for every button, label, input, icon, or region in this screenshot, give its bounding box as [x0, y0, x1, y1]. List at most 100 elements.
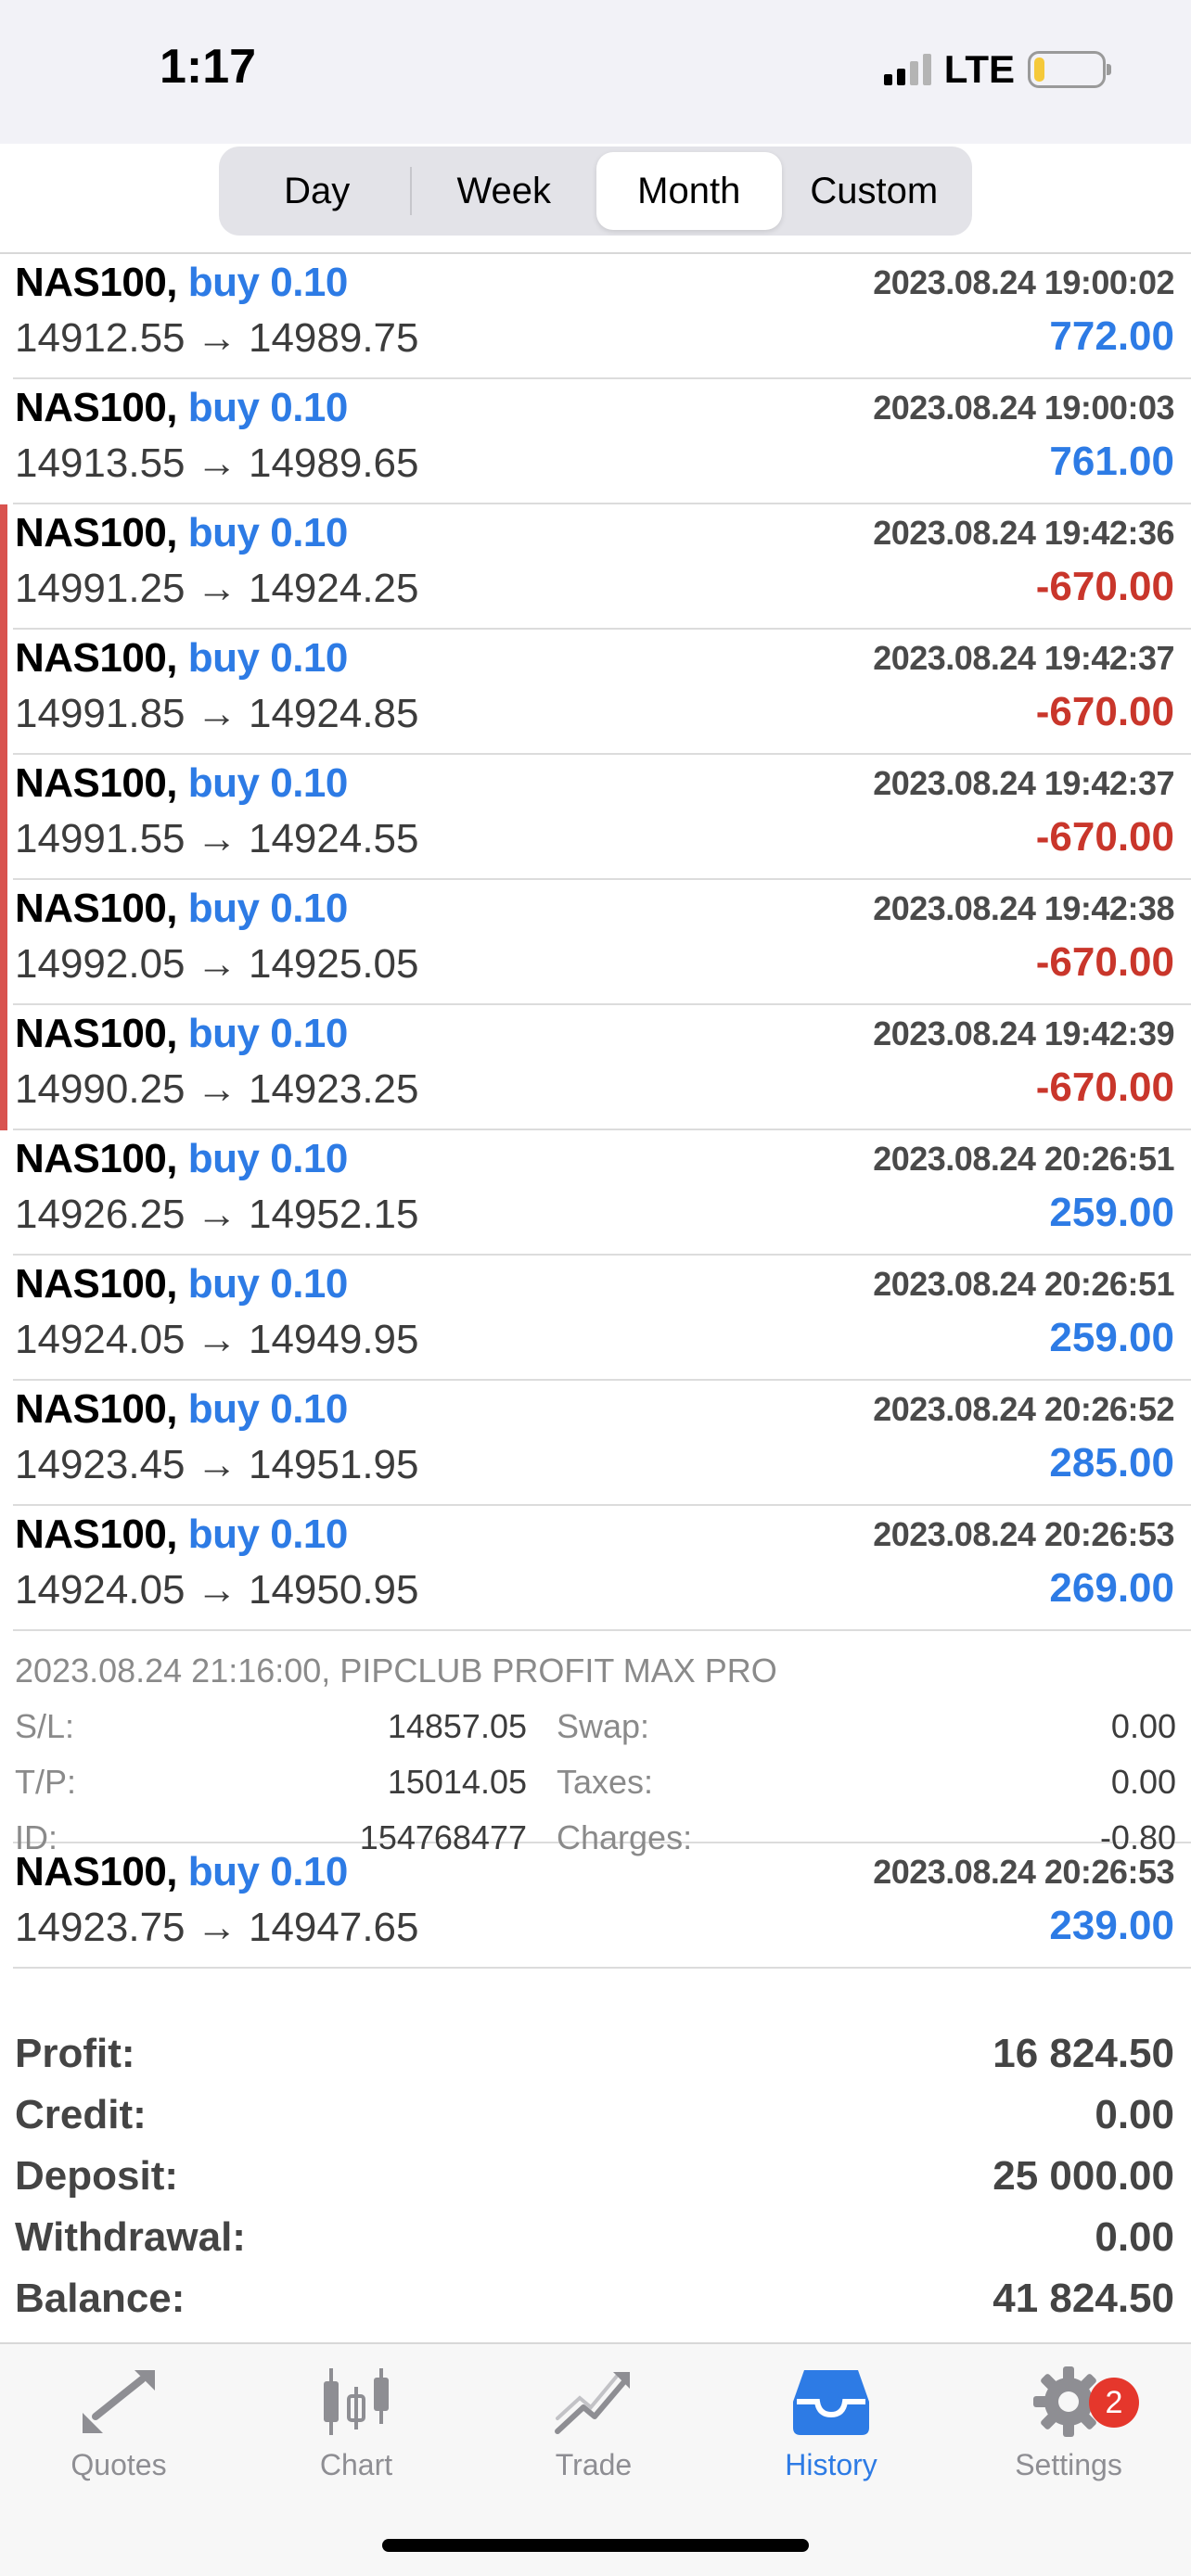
inbox-tray-icon — [793, 2370, 869, 2435]
summary-row-credit: Credit: 0.00 — [13, 2088, 1178, 2149]
trade-type: buy 0.10 — [187, 760, 349, 806]
trade-symbol: NAS100, buy 0.10 — [15, 1511, 348, 1558]
trade-type: buy 0.10 — [187, 385, 349, 430]
trade-row[interactable]: NAS100, buy 0.10 14912.55 → 14989.75 2023.… — [13, 254, 1191, 379]
trade-time: 2023.08.24 19:42:37 — [873, 764, 1174, 802]
trade-prices: 14912.55 → 14989.75 — [15, 315, 419, 361]
trade-prices: 14923.45 → 14951.95 — [15, 1442, 419, 1487]
trade-profit: -670.00 — [1035, 564, 1174, 609]
trade-symbol: NAS100, buy 0.10 — [15, 1261, 348, 1307]
signal-icon — [883, 54, 931, 85]
period-segmented-control: Day Week Month Custom — [219, 147, 972, 236]
tab-trade[interactable]: Trade — [475, 2365, 712, 2504]
trade-type: buy 0.10 — [187, 1849, 349, 1894]
trade-time: 2023.08.24 20:26:51 — [873, 1265, 1174, 1303]
trade-type: buy 0.10 — [187, 886, 349, 931]
trade-type: buy 0.10 — [187, 635, 349, 681]
trade-symbol: NAS100, buy 0.10 — [15, 1011, 348, 1057]
trade-prices: 14913.55 → 14989.65 — [15, 440, 419, 486]
tab-week[interactable]: Week — [412, 152, 597, 230]
symbol-name: NAS100, — [15, 1511, 178, 1557]
symbol-name: NAS100, — [15, 1261, 178, 1307]
trade-symbol: NAS100, buy 0.10 — [15, 1386, 348, 1433]
tab-label: History — [785, 2448, 877, 2481]
trade-row[interactable]: NAS100, buy 0.10 14923.45 → 14951.95 2023.… — [13, 1381, 1191, 1506]
trade-row[interactable]: NAS100, buy 0.10 14992.05 → 14925.05 2023.… — [0, 880, 1191, 1005]
summary-label: Profit: — [15, 2031, 135, 2076]
summary-value: 41 824.50 — [992, 2276, 1174, 2321]
trade-symbol: NAS100, buy 0.10 — [15, 1136, 348, 1182]
trade-prices: 14990.25 → 14923.25 — [15, 1066, 419, 1112]
tab-quotes[interactable]: Quotes — [0, 2365, 237, 2504]
trade-row[interactable]: NAS100, buy 0.10 14924.05 → 14949.95 2023.… — [13, 1256, 1191, 1381]
trade-prices: 14926.25 → 14952.15 — [15, 1192, 419, 1237]
tab-history[interactable]: History — [712, 2365, 950, 2504]
trend-line-icon — [555, 2372, 630, 2434]
tp-value: 15014.05 — [387, 1763, 527, 1801]
tp-label: T/P: — [15, 1763, 77, 1801]
trade-prices: 14991.55 → 14924.55 — [15, 816, 419, 861]
trade-prices: 14992.05 → 14925.05 — [15, 941, 419, 987]
symbol-name: NAS100, — [15, 260, 178, 305]
trade-profit: -670.00 — [1035, 814, 1174, 860]
trade-type: buy 0.10 — [187, 1386, 349, 1432]
trade-time: 2023.08.24 20:26:53 — [873, 1853, 1174, 1891]
summary-label: Withdrawal: — [15, 2214, 246, 2260]
tab-chart[interactable]: Chart — [237, 2365, 475, 2504]
trade-symbol: NAS100, buy 0.10 — [15, 385, 348, 431]
notification-badge: 2 — [1089, 2378, 1139, 2428]
summary-row-balance: Balance: 41 824.50 — [13, 2272, 1178, 2333]
tab-label: Chart — [319, 2448, 393, 2481]
detail-row: S/L: 14857.05 Swap: 0.00 — [15, 1707, 1176, 1763]
trade-symbol: NAS100, buy 0.10 — [15, 760, 348, 807]
taxes-label: Taxes: — [557, 1763, 654, 1801]
trade-time: 2023.08.24 20:26:52 — [873, 1390, 1174, 1428]
trade-row[interactable]: NAS100, buy 0.10 14990.25 → 14923.25 2023.… — [0, 1005, 1191, 1130]
trade-symbol: NAS100, buy 0.10 — [15, 886, 348, 932]
trade-time: 2023.08.24 20:26:51 — [873, 1140, 1174, 1178]
symbol-name: NAS100, — [15, 635, 178, 681]
tab-day[interactable]: Day — [224, 152, 410, 230]
trade-profit: 259.00 — [1049, 1315, 1174, 1360]
trade-prices: 14991.85 → 14924.85 — [15, 691, 419, 736]
trade-type: buy 0.10 — [187, 1011, 349, 1056]
trade-profit: 269.00 — [1049, 1565, 1174, 1611]
trade-row[interactable]: NAS100, buy 0.10 14926.25 → 14952.15 2023.… — [13, 1130, 1191, 1256]
trade-row[interactable]: NAS100, buy 0.10 14991.25 → 14924.25 2023.… — [0, 504, 1191, 630]
battery-icon — [1028, 51, 1111, 88]
trade-profit: 772.00 — [1049, 313, 1174, 359]
trade-symbol: NAS100, buy 0.10 — [15, 260, 348, 306]
tab-label: Settings — [1015, 2448, 1122, 2481]
tab-custom[interactable]: Custom — [782, 152, 967, 230]
quotes-arrows-icon — [83, 2370, 155, 2433]
summary-value: 16 824.50 — [992, 2031, 1174, 2076]
symbol-name: NAS100, — [15, 1011, 178, 1056]
trade-profit: -670.00 — [1035, 939, 1174, 985]
trade-row[interactable]: NAS100, buy 0.10 14923.75 → 14947.65 2023.… — [13, 1843, 1191, 1969]
summary-row-deposit: Deposit: 25 000.00 — [13, 2149, 1178, 2211]
trade-time: 2023.08.24 20:26:53 — [873, 1515, 1174, 1553]
sl-value: 14857.05 — [387, 1707, 527, 1745]
account-summary: Profit: 16 824.50 Credit: 0.00 Deposit: … — [13, 2027, 1178, 2333]
trade-row[interactable]: NAS100, buy 0.10 14913.55 → 14989.65 2023.… — [13, 379, 1191, 504]
summary-value: 0.00 — [1095, 2214, 1174, 2260]
status-indicators: LTE — [883, 46, 1111, 93]
trade-profit: 285.00 — [1049, 1440, 1174, 1486]
symbol-name: NAS100, — [15, 1136, 178, 1181]
trade-profit: -670.00 — [1035, 1065, 1174, 1110]
summary-row-profit: Profit: 16 824.50 — [13, 2027, 1178, 2088]
summary-value: 0.00 — [1095, 2092, 1174, 2137]
trade-profit: 761.00 — [1049, 439, 1174, 484]
trade-row[interactable]: NAS100, buy 0.10 14924.05 → 14950.95 2023.… — [13, 1506, 1191, 1631]
trade-row[interactable]: NAS100, buy 0.10 14991.55 → 14924.55 2023.… — [0, 755, 1191, 880]
trade-profit: -670.00 — [1035, 689, 1174, 734]
trade-prices: 14991.25 → 14924.25 — [15, 566, 419, 611]
symbol-name: NAS100, — [15, 1849, 178, 1894]
trade-row[interactable]: NAS100, buy 0.10 14991.85 → 14924.85 2023.… — [0, 630, 1191, 755]
trade-time: 2023.08.24 19:42:38 — [873, 889, 1174, 927]
tab-settings[interactable]: 2 Settings — [950, 2365, 1187, 2504]
summary-label: Credit: — [15, 2092, 147, 2137]
status-bar: 1:17 LTE — [0, 0, 1191, 144]
tab-month[interactable]: Month — [596, 152, 782, 230]
trade-type: buy 0.10 — [187, 1511, 349, 1557]
